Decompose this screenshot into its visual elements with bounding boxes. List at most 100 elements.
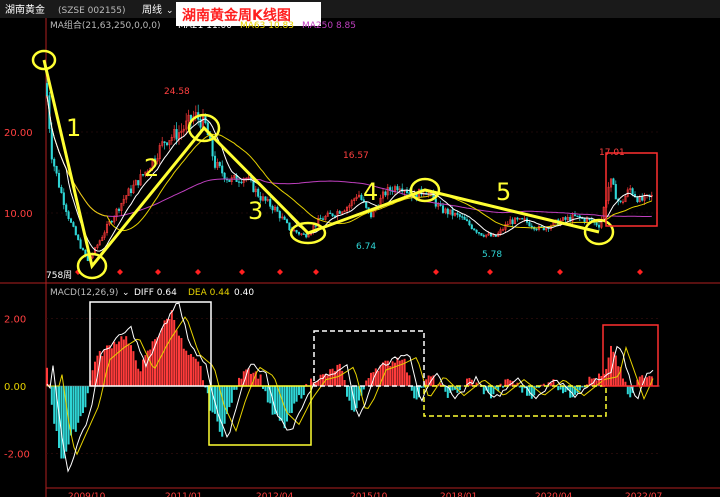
ma63-legend: MA63 10.83 [240,21,294,31]
macd-bar [108,345,111,386]
candle-body [53,158,56,167]
candle-body [137,180,140,186]
chevron-down-icon[interactable]: ⌄ [122,288,130,298]
candle-body [45,83,49,96]
price-axis: 20.00 10.00 [4,128,660,220]
candle-body [305,234,308,238]
macd-bar [238,377,240,386]
candle-body [396,186,399,191]
macd-bar [142,359,144,386]
wave-label-4: 4 [363,178,378,206]
candle-body [252,180,255,193]
macd-bar [444,386,447,392]
macd-bar [367,378,370,386]
wave-label-1: 1 [66,114,81,142]
candle-body [297,232,301,235]
candlestick-series [45,77,653,262]
macd-bar [86,386,89,394]
candle-body [269,199,272,207]
macd-bar [144,355,147,386]
recent-price-highlight-box [605,152,658,227]
macd-bar [413,386,416,399]
macd-bar [377,370,380,386]
macd-bar [65,386,68,452]
macd-bar [374,368,377,386]
candle-body [458,214,461,217]
candle-body [74,226,77,236]
candle-body [285,219,289,223]
candle-body [175,129,178,140]
kline-chart-canvas[interactable]: 湖南黄金 (SZSE 002155) 周线 ⌄ 湖南黄金周K线图 MA组合(21… [0,0,720,497]
candle-body [612,178,615,185]
time-axis: 2009/10 2011/01 2012/04 2015/10 2018/01 2020/… [68,492,662,497]
candle-body [477,232,481,234]
macd-bar [120,336,123,386]
candle-body [631,188,634,195]
ma250-legend: MA250 8.85 [302,21,356,31]
candle-body [81,248,85,251]
candle-body [72,222,75,227]
candle-body [295,230,298,233]
ma-legend-label[interactable]: MA组合(21,63,250,0,0,0) [50,19,161,31]
candle-body [240,181,243,184]
signal-marker [433,269,439,275]
signal-marker [277,269,283,275]
macd-bar [178,335,180,386]
macd-bar [607,357,610,386]
candle-body [288,222,291,231]
candle-body [223,172,226,180]
candle-body [456,212,459,215]
chevron-down-icon[interactable]: ⌄ [166,6,174,16]
candle-body [67,211,70,219]
macd-bar [221,386,224,437]
time-tick-label: 2018/01 [440,492,477,497]
macd-bar [74,386,77,432]
signal-marker [487,269,493,275]
macd-bar [192,356,195,386]
price-tick-label: 20.00 [4,128,33,139]
stock-code: (SZSE 002155) [58,6,126,16]
macd-bar [202,380,204,386]
candle-body [595,222,598,226]
time-tick-label: 2009/10 [68,492,106,497]
macd-bar [626,386,629,395]
signal-marker [155,269,161,275]
macd-bar [166,318,168,386]
macd-bar [521,386,524,393]
signal-marker [117,269,123,275]
macd-bar [228,386,231,408]
macd-bar [79,386,82,417]
period-selector[interactable]: 周线 [142,3,162,16]
candle-body [360,194,363,200]
wave-label-2: 2 [144,154,159,182]
macd-bar [115,344,118,386]
macd-bar [298,386,300,396]
candle-body [319,217,322,220]
macd-bar [614,355,617,386]
candle-body [583,218,586,223]
candle-body [480,233,483,236]
macd-bar [286,386,288,422]
macd-bar [562,386,564,394]
macd-bar [319,374,322,386]
candle-body [384,191,387,196]
candle-body [619,200,622,203]
macd-legend-label[interactable]: MACD(12,26,9) [50,288,118,298]
candle-body [482,235,485,237]
candle-body [271,206,274,211]
candle-body [408,192,411,194]
macd-bar [382,362,384,386]
macd-bar [259,374,262,386]
candle-body [470,224,473,229]
macd-bar [605,368,608,386]
stock-name[interactable]: 湖南黄金 [5,3,45,16]
signal-markers [75,269,643,275]
candle-body [163,141,166,143]
macd-bar [77,386,80,423]
macd-bar [161,328,164,386]
macd-tick-label: 2.00 [4,315,26,326]
candle-body [465,219,469,222]
high-label-2: 16.57 [343,151,369,161]
macd-value-legend: 0.40 [234,288,254,298]
macd-bar [329,369,332,386]
